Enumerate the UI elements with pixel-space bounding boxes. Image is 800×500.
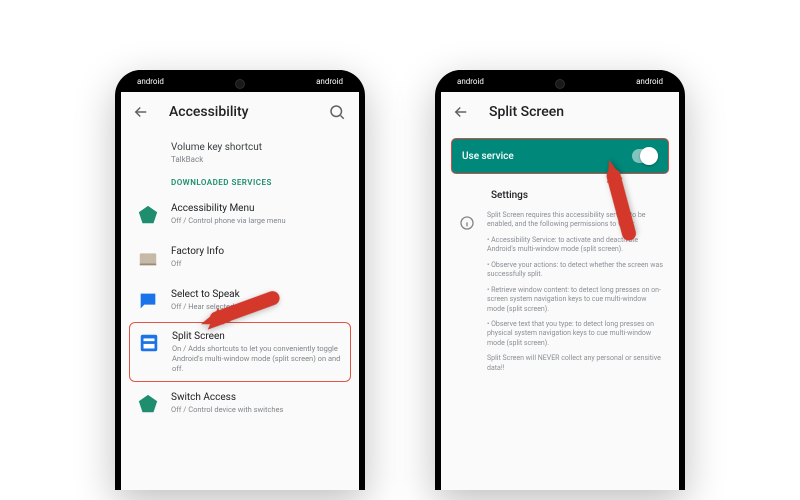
row-subtitle: TalkBack: [171, 155, 343, 164]
status-left: android: [137, 77, 164, 86]
info-line: • Observe your actions: to detect whethe…: [487, 261, 665, 280]
accessibility-menu-icon: [137, 204, 159, 226]
back-icon[interactable]: [127, 98, 155, 126]
search-icon[interactable]: [323, 98, 351, 126]
info-icon: [457, 213, 477, 233]
row-volume-shortcut[interactable]: Volume key shortcut TalkBack: [121, 132, 359, 164]
info-line: • Retrieve window content: to detect lon…: [487, 286, 665, 314]
app-bar: Accessibility: [121, 92, 359, 132]
select-to-speak-icon: [137, 290, 159, 312]
row-accessibility-menu[interactable]: Accessibility Menu Off / Control phone v…: [121, 193, 359, 236]
factory-info-icon: [137, 247, 159, 269]
app-bar: Split Screen: [441, 92, 679, 132]
section-header: DOWNLOADED SERVICES: [121, 164, 359, 193]
row-subtitle: Off / Control device with switches: [171, 405, 283, 415]
use-service-label: Use service: [462, 151, 514, 162]
row-title: Accessibility Menu: [171, 203, 286, 214]
row-split-screen[interactable]: Split Screen On / Adds shortcuts to let …: [129, 322, 351, 382]
split-screen-icon: [138, 332, 160, 354]
row-title: Volume key shortcut: [171, 142, 343, 153]
status-right: android: [636, 77, 663, 86]
row-title: Factory Info: [171, 246, 224, 257]
row-switch-access[interactable]: Switch Access Off / Control device with …: [121, 382, 359, 425]
page-title: Accessibility: [169, 104, 309, 120]
back-icon[interactable]: [447, 98, 475, 126]
info-line: • Accessibility Service: to activate and…: [487, 236, 665, 255]
row-subtitle: Off: [171, 259, 224, 269]
status-right: android: [316, 77, 343, 86]
switch-access-icon: [137, 393, 159, 415]
status-left: android: [457, 77, 484, 86]
info-block: Split Screen requires this accessibility…: [441, 207, 679, 379]
row-subtitle: Off / Control phone via large menu: [171, 216, 286, 226]
phone-right: android android Split Screen Use service…: [435, 70, 685, 490]
row-title: Select to Speak: [171, 289, 249, 300]
page-title: Split Screen: [489, 104, 671, 120]
settings-label: Settings: [441, 184, 679, 207]
info-paragraphs: Split Screen requires this accessibility…: [487, 211, 665, 379]
screen: Accessibility Volume key shortcut TalkBa…: [121, 92, 359, 490]
row-subtitle: Off / Hear selected text: [171, 302, 249, 312]
row-factory-info[interactable]: Factory Info Off: [121, 236, 359, 279]
info-line: Split Screen will NEVER collect any pers…: [487, 354, 665, 373]
row-select-to-speak[interactable]: Select to Speak Off / Hear selected text: [121, 279, 359, 322]
info-line: Split Screen requires this accessibility…: [487, 211, 665, 230]
phone-left: android android Accessibility Volume key…: [115, 70, 365, 490]
row-subtitle: On / Adds shortcuts to let you convenien…: [172, 344, 344, 373]
use-service-toggle[interactable]: [632, 149, 658, 163]
use-service-banner[interactable]: Use service: [451, 138, 669, 174]
notch: [206, 74, 274, 92]
info-line: • Observe text that you type: to detect …: [487, 320, 665, 348]
row-title: Split Screen: [172, 331, 344, 342]
screen: Split Screen Use service Settings Split …: [441, 92, 679, 490]
notch: [526, 74, 594, 92]
row-title: Switch Access: [171, 392, 283, 403]
